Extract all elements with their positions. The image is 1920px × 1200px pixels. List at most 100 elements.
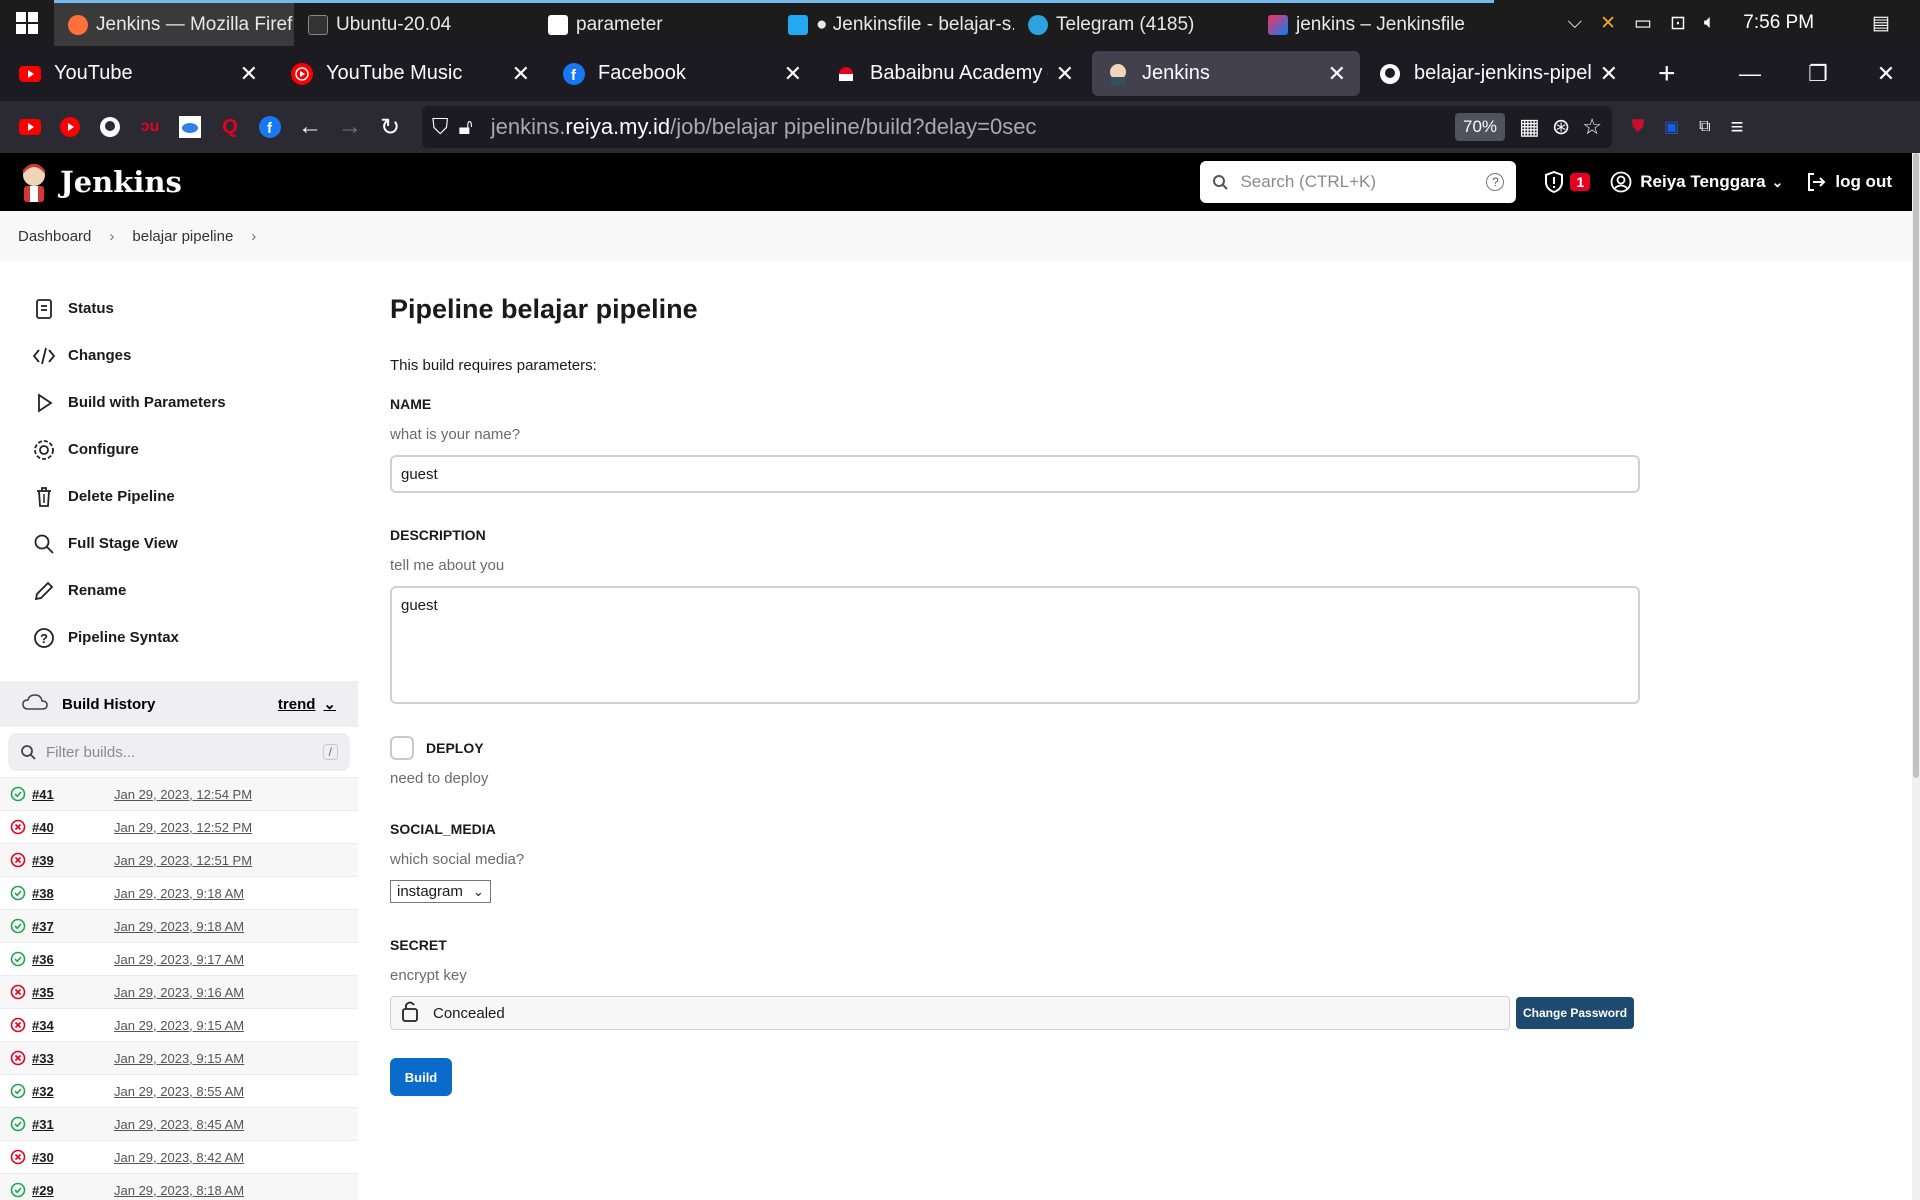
forward-arrow-icon[interactable]: → <box>338 113 362 140</box>
build-date-link[interactable]: Jan 29, 2023, 8:42 AM <box>114 1150 244 1165</box>
build-date-link[interactable]: Jan 29, 2023, 9:15 AM <box>114 1018 244 1033</box>
sidebar-item-delete-pipeline[interactable]: Delete Pipeline <box>0 473 358 520</box>
quora-bookmark-icon[interactable]: Q <box>218 115 242 139</box>
build-number-link[interactable]: #35 <box>32 985 114 1000</box>
build-row[interactable]: #30 Jan 29, 2023, 8:42 AM <box>0 1140 358 1173</box>
battery-icon[interactable]: ▭ <box>1634 12 1652 35</box>
dicoding-bookmark-icon[interactable]: ɔu <box>138 115 162 139</box>
close-icon[interactable]: ✕ <box>240 61 258 87</box>
url-bar[interactable]: ⛉ 🔓︎ jenkins.reiya.my.id/job/belajar pip… <box>422 106 1612 148</box>
build-row[interactable]: #32 Jan 29, 2023, 8:55 AM <box>0 1074 358 1107</box>
build-date-link[interactable]: Jan 29, 2023, 9:15 AM <box>114 1051 244 1066</box>
sidebar-item-status[interactable]: Status <box>0 285 358 332</box>
back-arrow-icon[interactable]: ← <box>298 113 322 140</box>
close-window-button[interactable]: ✕ <box>1852 61 1920 87</box>
build-row[interactable]: #35 Jan 29, 2023, 9:16 AM <box>0 975 358 1008</box>
chevron-right-icon[interactable]: › <box>251 228 256 245</box>
build-row[interactable]: #39 Jan 29, 2023, 12:51 PM <box>0 843 358 876</box>
reload-icon[interactable]: ↻ <box>378 114 402 141</box>
build-number-link[interactable]: #38 <box>32 886 114 901</box>
build-row[interactable]: #34 Jan 29, 2023, 9:15 AM <box>0 1008 358 1041</box>
user-menu[interactable]: Reiya Tenggara ⌄ <box>1610 171 1783 193</box>
tab-babaibnu[interactable]: Babaibnu Academy – ✕ <box>820 51 1088 96</box>
scrollbar-thumb[interactable] <box>1913 153 1919 778</box>
menu-icon[interactable]: ≡ <box>1731 114 1744 140</box>
build-date-link[interactable]: Jan 29, 2023, 9:18 AM <box>114 919 244 934</box>
close-icon[interactable]: ✕ <box>784 61 802 87</box>
sidebar-item-rename[interactable]: Rename <box>0 567 358 614</box>
taskbar-item-firefox[interactable]: Jenkins — Mozilla Firef... <box>54 0 294 46</box>
build-row[interactable]: #29 Jan 29, 2023, 8:18 AM <box>0 1173 358 1200</box>
bookmark-star-icon[interactable]: ☆ <box>1582 114 1602 140</box>
build-date-link[interactable]: Jan 29, 2023, 8:18 AM <box>114 1183 244 1198</box>
build-date-link[interactable]: Jan 29, 2023, 9:16 AM <box>114 985 244 1000</box>
build-date-link[interactable]: Jan 29, 2023, 9:17 AM <box>114 952 244 967</box>
page-scrollbar[interactable] <box>1912 153 1920 1200</box>
taskbar-item-telegram[interactable]: Telegram (4185) <box>1014 0 1254 46</box>
social-media-select[interactable]: instagram ⌄ <box>390 880 491 903</box>
build-date-link[interactable]: Jan 29, 2023, 8:45 AM <box>114 1117 244 1132</box>
github-bookmark-icon[interactable] <box>98 115 122 139</box>
new-tab-button[interactable]: + <box>1658 57 1676 91</box>
sidebar-item-changes[interactable]: Changes <box>0 332 358 379</box>
youtube-music-bookmark-icon[interactable] <box>58 115 82 139</box>
cloud-bookmark-icon[interactable] <box>178 115 202 139</box>
jenkins-logo[interactable]: Jenkins <box>18 162 182 202</box>
sidebar-item-build-with-parameters[interactable]: Build with Parameters <box>0 379 358 426</box>
description-textarea[interactable]: guest <box>390 586 1640 704</box>
qr-icon[interactable]: ▦ <box>1519 114 1540 140</box>
build-row[interactable]: #40 Jan 29, 2023, 12:52 PM <box>0 810 358 843</box>
volume-icon[interactable]: 🔈︎ <box>1704 12 1715 34</box>
name-input[interactable]: guest <box>390 455 1640 493</box>
trend-link[interactable]: trend ⌄ <box>278 695 336 714</box>
build-number-link[interactable]: #33 <box>32 1051 114 1066</box>
notification-icon[interactable]: ▤ <box>1872 12 1890 35</box>
clock[interactable]: 7:56 PM <box>1743 12 1814 34</box>
shield-icon[interactable]: ⛉ <box>432 114 449 140</box>
network-icon[interactable]: ✕ <box>1600 12 1616 35</box>
taskbar-item-ubuntu[interactable]: Ubuntu-20.04 <box>294 0 534 46</box>
close-icon[interactable]: ✕ <box>1056 61 1074 87</box>
build-date-link[interactable]: Jan 29, 2023, 12:51 PM <box>114 853 252 868</box>
build-row[interactable]: #36 Jan 29, 2023, 9:17 AM <box>0 942 358 975</box>
sidebar-item-full-stage-view[interactable]: Full Stage View <box>0 520 358 567</box>
build-number-link[interactable]: #40 <box>32 820 114 835</box>
taskbar-item-vscode[interactable]: ● Jenkinsfile - belajar-s... <box>774 0 1014 46</box>
ublock-icon[interactable]: ⛊ <box>1632 118 1644 136</box>
restore-button[interactable]: ❐ <box>1784 61 1852 87</box>
taskbar-item-notion[interactable]: parameter <box>534 0 774 46</box>
close-icon[interactable]: ✕ <box>1328 61 1346 87</box>
build-number-link[interactable]: #32 <box>32 1084 114 1099</box>
search-box[interactable]: Search (CTRL+K) ? <box>1200 161 1517 203</box>
tab-github[interactable]: belajar-jenkins-pipeli ✕ <box>1364 51 1632 96</box>
windows-start-icon[interactable] <box>0 0 54 46</box>
build-row[interactable]: #37 Jan 29, 2023, 9:18 AM <box>0 909 358 942</box>
security-alert-button[interactable]: 1 <box>1544 171 1591 193</box>
deploy-checkbox[interactable] <box>390 736 414 760</box>
sidebar-item-configure[interactable]: Configure <box>0 426 358 473</box>
extensions-icon[interactable]: ⧉ <box>1699 118 1710 136</box>
breadcrumb-dashboard[interactable]: Dashboard <box>18 228 91 245</box>
build-number-link[interactable]: #41 <box>32 787 114 802</box>
close-icon[interactable]: ✕ <box>512 61 530 87</box>
tab-youtube[interactable]: YouTube ✕ <box>4 51 272 96</box>
zoom-level[interactable]: 70% <box>1455 113 1506 141</box>
build-row[interactable]: #38 Jan 29, 2023, 9:18 AM <box>0 876 358 909</box>
build-number-link[interactable]: #39 <box>32 853 114 868</box>
logout-link[interactable]: log out <box>1805 171 1892 193</box>
build-date-link[interactable]: Jan 29, 2023, 12:52 PM <box>114 820 252 835</box>
insecure-lock-icon[interactable]: 🔓︎ <box>459 114 473 140</box>
facebook-bookmark-icon[interactable]: f <box>258 115 282 139</box>
sidebar-item-pipeline-syntax[interactable]: ? Pipeline Syntax <box>0 614 358 661</box>
build-date-link[interactable]: Jan 29, 2023, 8:55 AM <box>114 1084 244 1099</box>
chevron-down-icon[interactable]: ⌵ <box>1568 12 1582 34</box>
extension-icon[interactable]: ⊛ <box>1552 114 1570 140</box>
build-row[interactable]: #33 Jan 29, 2023, 9:15 AM <box>0 1041 358 1074</box>
build-number-link[interactable]: #34 <box>32 1018 114 1033</box>
tab-jenkins[interactable]: Jenkins ✕ <box>1092 51 1360 96</box>
build-row[interactable]: #41 Jan 29, 2023, 12:54 PM <box>0 777 358 810</box>
bitwarden-icon[interactable]: ▣ <box>1664 117 1679 137</box>
build-number-link[interactable]: #29 <box>32 1183 114 1198</box>
build-button[interactable]: Build <box>390 1058 452 1096</box>
build-number-link[interactable]: #37 <box>32 919 114 934</box>
